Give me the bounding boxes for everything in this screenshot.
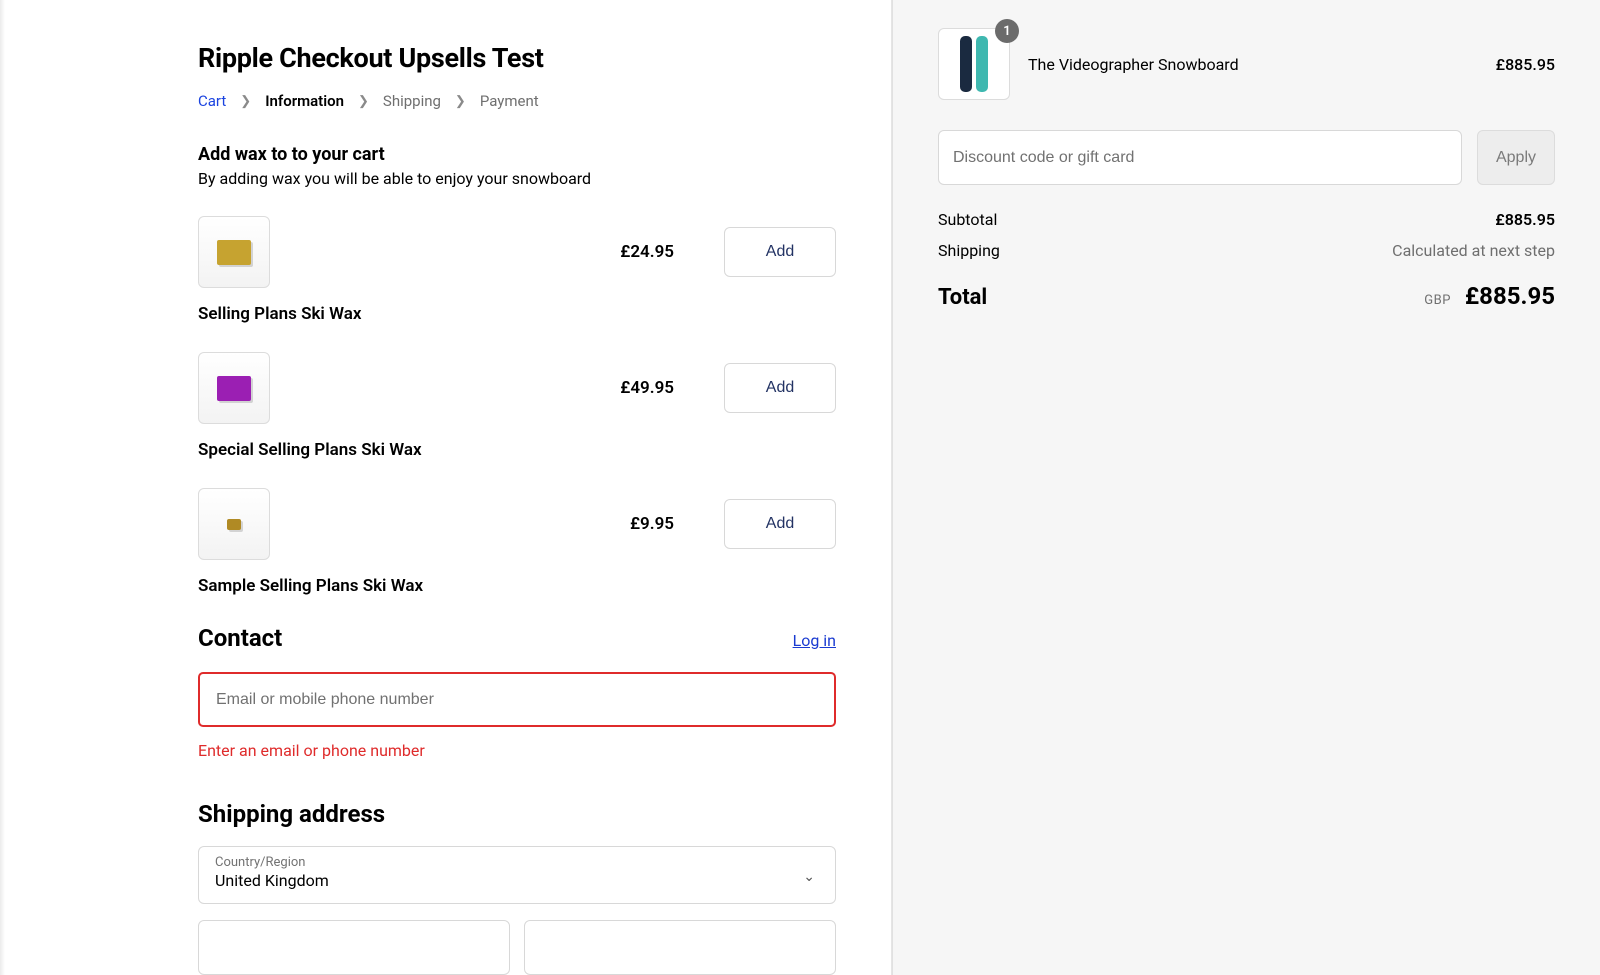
upsell-section: Add wax to to your cart By adding wax yo… <box>198 144 836 596</box>
total-label: Total <box>938 285 987 310</box>
contact-heading: Contact <box>198 624 282 652</box>
upsell-product-name: Selling Plans Ski Wax <box>198 304 836 324</box>
cart-line-item: 1 The Videographer Snowboard £885.95 <box>938 28 1555 100</box>
shipping-value: Calculated at next step <box>1392 241 1555 260</box>
discount-input[interactable] <box>938 130 1462 185</box>
snowboard-icon <box>976 36 988 92</box>
breadcrumb-shipping: Shipping <box>383 92 441 110</box>
cart-product-price: £885.95 <box>1496 55 1555 74</box>
chevron-right-icon: ❯ <box>455 94 466 109</box>
breadcrumb-information: Information <box>265 92 344 110</box>
last-name-field[interactable] <box>524 920 836 975</box>
total-currency: GBP <box>1424 293 1451 308</box>
upsell-price: £49.95 <box>574 378 674 398</box>
total-amount: £885.95 <box>1465 282 1555 310</box>
email-field[interactable] <box>198 672 836 727</box>
chevron-down-icon: ⌄ <box>803 869 815 885</box>
product-thumb <box>198 352 270 424</box>
upsell-item: £9.95 Add Sample Selling Plans Ski Wax <box>198 488 836 596</box>
upsell-product-name: Sample Selling Plans Ski Wax <box>198 576 836 596</box>
upsell-subheading: By adding wax you will be able to enjoy … <box>198 169 836 188</box>
breadcrumb-cart[interactable]: Cart <box>198 92 226 110</box>
upsell-heading: Add wax to to your cart <box>198 144 836 165</box>
email-error: Enter an email or phone number <box>198 741 836 760</box>
wax-icon <box>217 240 251 265</box>
cart-product-name: The Videographer Snowboard <box>1028 55 1239 74</box>
subtotal-label: Subtotal <box>938 210 997 229</box>
country-value: United Kingdom <box>215 871 819 890</box>
wax-icon <box>217 376 251 401</box>
upsell-item: £24.95 Add Selling Plans Ski Wax <box>198 216 836 324</box>
upsell-product-name: Special Selling Plans Ski Wax <box>198 440 836 460</box>
apply-button[interactable]: Apply <box>1477 130 1555 185</box>
subtotal-value: £885.95 <box>1495 210 1555 229</box>
chevron-right-icon: ❯ <box>240 94 251 109</box>
breadcrumb: Cart ❯ Information ❯ Shipping ❯ Payment <box>198 92 836 110</box>
add-button[interactable]: Add <box>724 227 836 277</box>
add-button[interactable]: Add <box>724 499 836 549</box>
add-button[interactable]: Add <box>724 363 836 413</box>
country-select[interactable]: Country/Region United Kingdom ⌄ <box>198 846 836 904</box>
cart-thumb: 1 <box>938 28 1010 100</box>
page-title: Ripple Checkout Upsells Test <box>198 42 836 74</box>
login-link[interactable]: Log in <box>793 631 836 650</box>
product-thumb <box>198 488 270 560</box>
quantity-badge: 1 <box>995 19 1019 43</box>
breadcrumb-payment: Payment <box>480 92 539 110</box>
upsell-price: £24.95 <box>574 242 674 262</box>
country-label: Country/Region <box>215 855 819 870</box>
first-name-field[interactable] <box>198 920 510 975</box>
wax-icon <box>227 519 241 530</box>
order-summary: 1 The Videographer Snowboard £885.95 App… <box>892 0 1600 975</box>
snowboard-icon <box>960 36 972 92</box>
upsell-item: £49.95 Add Special Selling Plans Ski Wax <box>198 352 836 460</box>
shipping-label: Shipping <box>938 241 1000 260</box>
shipping-heading: Shipping address <box>198 800 836 828</box>
upsell-price: £9.95 <box>574 514 674 534</box>
product-thumb <box>198 216 270 288</box>
chevron-right-icon: ❯ <box>358 94 369 109</box>
